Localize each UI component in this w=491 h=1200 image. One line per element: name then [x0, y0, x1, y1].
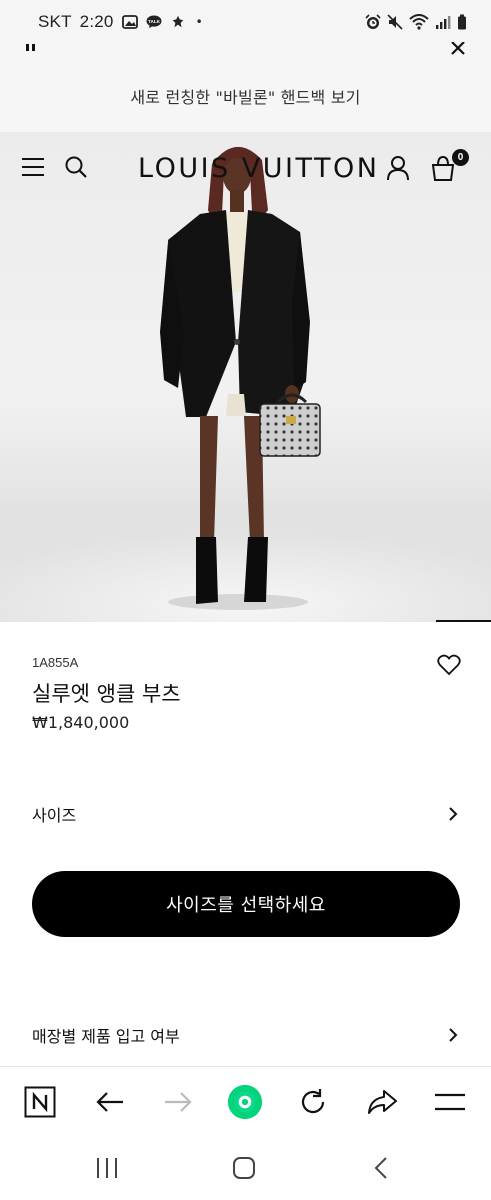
- brand-logo[interactable]: LOUIS VUITTON: [138, 149, 377, 189]
- naver-n-icon: [24, 1086, 56, 1118]
- carrier-label: SKT: [38, 12, 72, 31]
- product-price: ₩1,840,000: [32, 713, 130, 732]
- hamburger-menu-icon[interactable]: [22, 157, 44, 177]
- product-hero-image[interactable]: [0, 132, 491, 622]
- clock: 2:20: [79, 12, 114, 31]
- green-dot-button[interactable]: [227, 1084, 263, 1120]
- share-button[interactable]: [364, 1084, 400, 1120]
- refresh-button[interactable]: [295, 1084, 331, 1120]
- pause-icon[interactable]: [25, 44, 37, 52]
- store-availability-label: 매장별 제품 입고 여부: [32, 1027, 180, 1046]
- account-icon[interactable]: [386, 155, 410, 181]
- share-icon: [368, 1090, 397, 1114]
- recent-apps-button[interactable]: [92, 1154, 122, 1182]
- site-header: LOUIS VUITTON 0: [0, 145, 491, 193]
- wishlist-heart-icon[interactable]: [437, 654, 461, 676]
- wifi-icon: [409, 14, 429, 30]
- product-sku: 1A855A: [32, 655, 79, 670]
- model-photo: [0, 146, 491, 622]
- recent-apps-icon: [97, 1158, 117, 1178]
- green-dot-icon: [227, 1084, 263, 1120]
- close-icon[interactable]: [449, 42, 469, 56]
- mute-icon: [387, 14, 403, 30]
- status-left: SKT 2:20 TALK •: [38, 12, 203, 32]
- store-availability-row[interactable]: 매장별 제품 입고 여부: [0, 1015, 491, 1055]
- refresh-icon: [301, 1089, 325, 1114]
- home-icon: [233, 1157, 255, 1179]
- bag-count-badge: 0: [452, 149, 469, 166]
- back-button[interactable]: [92, 1084, 128, 1120]
- alarm-icon: [365, 14, 381, 29]
- browser-menu-button[interactable]: [432, 1084, 468, 1120]
- select-size-button[interactable]: 사이즈를 선택하세요: [32, 871, 460, 937]
- home-button[interactable]: [229, 1154, 259, 1182]
- size-row-label: 사이즈: [32, 806, 77, 825]
- naver-home-button[interactable]: [22, 1084, 58, 1120]
- more-notifications-dot: •: [195, 15, 203, 29]
- svg-text:TALK: TALK: [148, 19, 161, 24]
- chevron-right-icon: [449, 807, 458, 821]
- forward-button[interactable]: [160, 1084, 196, 1120]
- signal-icon: [436, 16, 451, 29]
- menu-lines-icon: [435, 1093, 465, 1111]
- promo-banner[interactable]: 새로 런칭한 "바빌론" 핸드백 보기: [0, 42, 491, 132]
- size-selector-row[interactable]: 사이즈: [0, 794, 491, 834]
- app-notification-icon: [172, 15, 183, 28]
- chevron-right-icon: [449, 1028, 458, 1042]
- page: SKT 2:20 TALK • 새로 런칭한 "바빌론" 핸드백 보기 LOUI…: [0, 0, 491, 1200]
- browser-toolbar: [0, 1066, 491, 1136]
- image-pager-indicator: [436, 620, 491, 622]
- status-bar: SKT 2:20 TALK •: [0, 0, 491, 44]
- search-icon[interactable]: [64, 155, 88, 179]
- gallery-notification-icon: [121, 15, 138, 29]
- chevron-left-icon: [374, 1157, 387, 1179]
- arrow-left-icon: [96, 1092, 123, 1112]
- system-back-button[interactable]: [366, 1154, 396, 1182]
- arrow-right-icon: [165, 1092, 192, 1112]
- talk-notification-icon: TALK: [146, 15, 162, 29]
- product-name: 실루엣 앵클 부츠: [32, 682, 181, 706]
- system-navigation-bar: [0, 1136, 491, 1200]
- banner-link-text[interactable]: 새로 런칭한 "바빌론" 핸드백 보기: [0, 84, 491, 108]
- status-right: [365, 14, 467, 30]
- battery-icon: [458, 14, 466, 30]
